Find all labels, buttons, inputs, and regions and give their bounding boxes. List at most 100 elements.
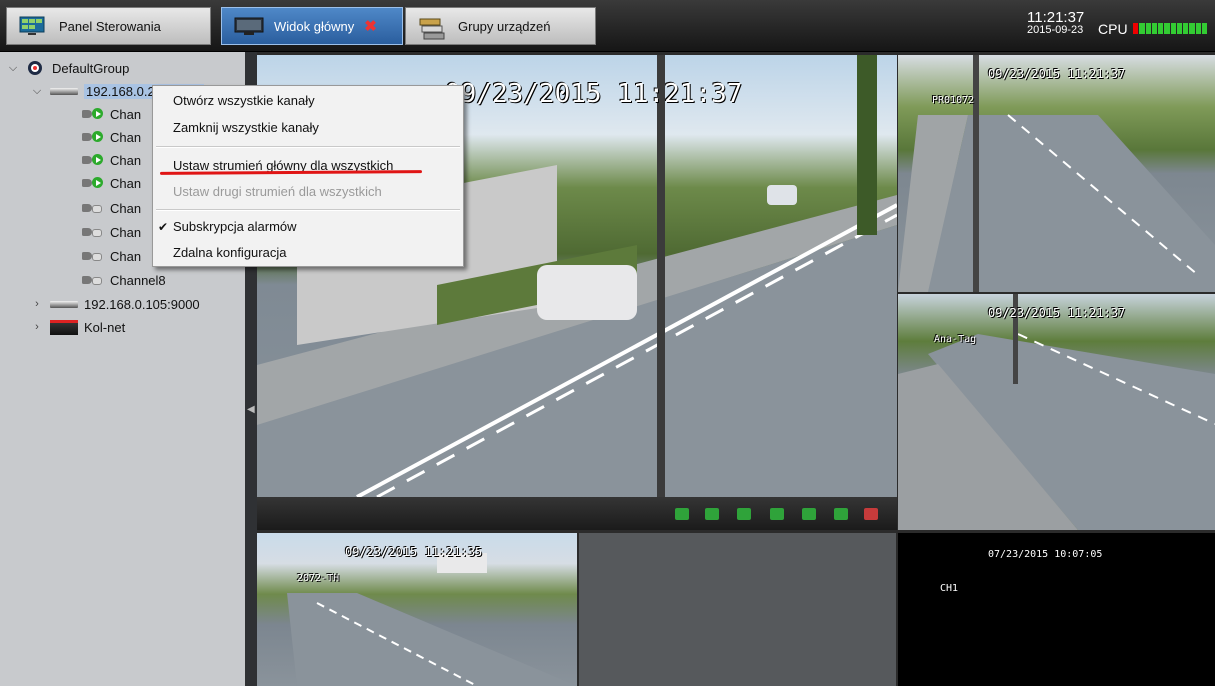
context-menu: Otwórz wszystkie kanały Zamknij wszystki… <box>152 85 464 267</box>
cpu-segment <box>1158 23 1164 34</box>
video-empty-slot[interactable] <box>579 533 896 686</box>
chevron-down-icon[interactable]: ⌵ <box>30 85 44 98</box>
camera-icon <box>82 203 104 213</box>
network-device-icon <box>50 319 78 335</box>
menu-separator <box>156 209 460 211</box>
camera-icon <box>82 275 104 285</box>
tab-widok-glowny[interactable]: Widok główny ✖ <box>221 7 403 45</box>
ptz-icon[interactable] <box>834 508 848 520</box>
tree-root-defaultgroup[interactable]: ⌵ DefaultGroup <box>6 58 130 78</box>
play-icon <box>92 131 103 142</box>
tree-label: Chan <box>110 200 142 216</box>
camera-icon <box>82 154 104 165</box>
video-frame <box>898 294 1215 530</box>
video-timestamp: 07/23/2015 10:07:05 <box>988 549 1103 560</box>
play-icon <box>92 177 103 188</box>
menu-item-open-all-channels[interactable]: Otwórz wszystkie kanały <box>173 93 315 108</box>
cpu-segment <box>1201 23 1207 34</box>
tree-channel-2[interactable]: Chan <box>82 127 141 147</box>
chevron-down-icon[interactable]: ⌵ <box>6 62 20 75</box>
control-panel-icon <box>19 16 45 36</box>
menu-item-alarm-subscription[interactable]: Subskrypcja alarmów <box>173 219 297 234</box>
video-frame <box>898 55 1215 292</box>
play-icon <box>92 154 103 165</box>
tree-label: Chan <box>110 224 142 240</box>
tab-panel-sterowania[interactable]: Panel Sterowania <box>6 7 211 45</box>
monitor-icon <box>234 16 264 36</box>
person-icon[interactable] <box>737 508 751 520</box>
cpu-segment <box>1145 23 1151 34</box>
camera-icon[interactable] <box>675 508 689 520</box>
camera-icon <box>82 108 104 119</box>
tree-channel-3[interactable]: Chan <box>82 150 141 170</box>
tree-label: Chan <box>110 175 142 191</box>
cpu-label: CPU <box>1098 21 1128 37</box>
tree-device-2[interactable]: › 192.168.0.105:9000 <box>30 294 200 314</box>
video-toolbar <box>257 497 897 530</box>
camera-name: 2072-TH <box>297 573 340 584</box>
camera-icon <box>82 177 104 188</box>
tab-label: Panel Sterowania <box>59 18 161 34</box>
record-icon[interactable] <box>705 508 719 520</box>
mute-icon[interactable] <box>864 508 878 520</box>
video-mid-right[interactable]: 09/23/2015 11:21:37 Ana-Tag <box>898 294 1215 530</box>
video-top-right[interactable]: 09/23/2015 11:21:37 PR01072 <box>898 55 1215 292</box>
camera-name: Ana-Tag <box>934 334 977 345</box>
menu-item-set-second-stream: Ustaw drugi strumień dla wszystkich <box>173 184 382 199</box>
tree-channel-5[interactable]: Chan <box>82 198 141 218</box>
play-icon <box>92 108 103 119</box>
tree-device-3[interactable]: › Kol-net <box>30 317 125 337</box>
chevron-right-icon[interactable]: › <box>30 298 44 310</box>
video-timestamp: 09/23/2015 11:21:35 <box>345 545 483 559</box>
tree-channel-7[interactable]: Chan <box>82 246 141 266</box>
tree-label: Chan <box>110 106 142 122</box>
chevron-right-icon[interactable]: › <box>30 321 44 333</box>
menu-item-close-all-channels[interactable]: Zamknij wszystkie kanały <box>173 120 319 135</box>
dvr-icon <box>50 300 78 308</box>
tab-label: Widok główny <box>274 18 355 34</box>
cpu-segment <box>1164 23 1170 34</box>
camera-name: CH1 <box>940 583 959 594</box>
video-bottom-left[interactable]: 09/23/2015 11:21:35 2072-TH <box>257 533 577 686</box>
tree-channel-8[interactable]: Channel8 <box>82 270 166 290</box>
tree-label: 192.168.0.105:9000 <box>84 296 200 312</box>
camera-icon <box>82 227 104 237</box>
cpu-segment <box>1176 23 1182 34</box>
device-group-icon <box>418 16 445 40</box>
clock: 11:21:37 2015-09-23 <box>1027 9 1085 36</box>
camera-name: PR01072 <box>932 95 975 106</box>
video-timestamp: 09/23/2015 11:21:37 <box>988 306 1126 320</box>
collapse-arrow-icon[interactable]: ◀ <box>247 404 255 415</box>
video-timestamp: 09/23/2015 11:21:37 <box>445 79 743 109</box>
menu-item-remote-config[interactable]: Zdalna konfiguracja <box>173 245 286 260</box>
video-timestamp: 09/23/2015 11:21:37 <box>988 67 1126 81</box>
close-icon[interactable]: ✖ <box>364 17 377 35</box>
menu-separator <box>156 146 460 148</box>
tab-label: Grupy urządzeń <box>458 18 551 34</box>
group-icon <box>26 60 46 76</box>
tree-label: Kol-net <box>84 319 126 335</box>
tree-label: Chan <box>110 248 142 264</box>
tree-channel-6[interactable]: Chan <box>82 222 141 242</box>
cpu-segment <box>1133 23 1139 34</box>
tree-channel-1[interactable]: Chan <box>82 104 141 124</box>
clock-time: 11:21:37 <box>1027 9 1085 26</box>
tree-label: DefaultGroup <box>52 60 130 76</box>
top-bar: Panel Sterowania Widok główny ✖ Grupy ur… <box>0 0 1215 52</box>
clock-date: 2015-09-23 <box>1027 24 1084 36</box>
cpu-segment <box>1183 23 1189 34</box>
tree-channel-4[interactable]: Chan <box>82 173 141 193</box>
stop-icon[interactable] <box>770 508 784 520</box>
video-bottom-right[interactable]: 07/23/2015 10:07:05 CH1 <box>898 533 1215 686</box>
tree-label: Chan <box>110 152 142 168</box>
cpu-segment <box>1189 23 1195 34</box>
cpu-segment <box>1139 23 1145 34</box>
cpu-meter <box>1133 23 1207 34</box>
cpu-segment <box>1195 23 1201 34</box>
check-icon: ✔ <box>158 220 169 234</box>
cpu-segment <box>1170 23 1176 34</box>
zoom-in-icon[interactable] <box>802 508 816 520</box>
camera-icon <box>82 251 104 261</box>
tab-grupy-urzadzen[interactable]: Grupy urządzeń <box>405 7 596 45</box>
tree-label: Chan <box>110 129 142 145</box>
